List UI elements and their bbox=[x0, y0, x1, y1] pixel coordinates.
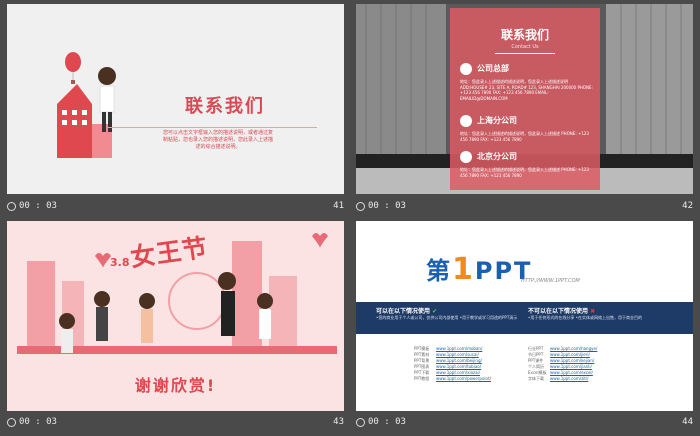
section-heading: 上海分公司 bbox=[477, 116, 517, 125]
section-heading: 北京分公司 bbox=[477, 152, 517, 161]
divider bbox=[107, 127, 317, 128]
clock-icon bbox=[356, 201, 365, 211]
link[interactable]: www.1ppt.com/jieri/ bbox=[550, 352, 590, 357]
slide-number: 44 bbox=[682, 417, 693, 427]
link[interactable]: www.1ppt.com/moban/ bbox=[436, 346, 482, 351]
check-icon: ✔ bbox=[432, 308, 438, 315]
panel-subtitle: Contact Us bbox=[511, 44, 539, 50]
clock-icon bbox=[7, 201, 16, 211]
can-use-title: 可以在以下情况使用 bbox=[376, 308, 431, 315]
slide-meta-41: 00 : 03 41 bbox=[7, 197, 344, 215]
logo-one: 1 bbox=[452, 252, 475, 287]
link[interactable]: www.1ppt.com/jianli/ bbox=[550, 364, 592, 369]
slide-thumbnail-43[interactable]: 3.8 女王节 谢谢欣赏! bbox=[7, 221, 344, 411]
brand-url: HTTP://WWW.1PPT.COM bbox=[521, 278, 580, 284]
slide-body: 您可以点击文字框输入您的描述说明，或者通过复制粘贴，您也录入您的描述说明，您此录… bbox=[162, 130, 273, 150]
contact-panel: 联系我们 Contact Us 公司总部 地址：您此录入上述描述的描述说明，您此… bbox=[450, 8, 600, 190]
panel-title: 联系我们 bbox=[500, 28, 549, 42]
brand-logo: 第1PPT bbox=[426, 251, 532, 287]
link[interactable]: www.1ppt.com/sucai/ bbox=[436, 352, 479, 357]
location-icon bbox=[460, 151, 472, 163]
slide-meta-42: 00 : 03 42 bbox=[356, 197, 693, 215]
slide-meta-43: 00 : 03 43 bbox=[7, 413, 344, 431]
section-detail: 地址：您此录入上述描述的描述说明，您此录入上述描述说明 ADD:HOUSE# 2… bbox=[460, 79, 593, 101]
link[interactable]: www.1ppt.com/hangye/ bbox=[550, 346, 597, 351]
link-label: 字体下载 bbox=[528, 376, 544, 381]
slide-thumbnail-41[interactable]: 联系我们 您可以点击文字框输入您的描述说明，或者通过复制粘贴，您也录入您的描述说… bbox=[7, 4, 344, 194]
cannot-use-title: 不可以在以下情况使用 bbox=[528, 308, 589, 315]
link[interactable]: www.1ppt.com/excel/ bbox=[550, 370, 593, 375]
link-list-left: PPT模板 www.1ppt.com/moban/ PPT素材 www.1ppt.c… bbox=[414, 346, 491, 382]
slide-thumbnail-42[interactable]: 联系我们 Contact Us 公司总部 地址：您此录入上述描述的描述说明，您此… bbox=[356, 4, 693, 194]
cross-icon: ✖ bbox=[590, 308, 596, 315]
link-list-right: 行业PPT www.1ppt.com/hangye/ 节日PPT www.1ppt.… bbox=[528, 346, 597, 382]
section-detail: 地址：您此录入上述描述的描述说明，您此录入上述描述 PHONE: +123 45… bbox=[460, 167, 589, 178]
link[interactable]: www.1ppt.com/ziti/ bbox=[550, 376, 588, 381]
slide-number: 41 bbox=[333, 201, 344, 211]
usage-band: 可以在以下情况使用 ✔ •您的商业用于个人或公司，仅供公司内部使用 •用于教学或… bbox=[356, 302, 693, 334]
clock-icon bbox=[7, 417, 16, 427]
cannot-use-column: 不可以在以下情况使用 ✖ •用于任何形式的在线分享 •在实体或网络上出售，用于商… bbox=[528, 306, 678, 321]
home-icon bbox=[460, 63, 472, 75]
link-label: PPT教程 bbox=[414, 376, 430, 381]
slide-thumbnail-44[interactable]: 第1PPT HTTP://WWW.1PPT.COM 可以在以下情况使用 ✔ •您… bbox=[356, 221, 693, 411]
section-detail: 地址：您此录入上述描述的描述说明，您此录入上述描述 PHONE: +123 45… bbox=[460, 131, 589, 142]
slide-meta-44: 00 : 03 44 bbox=[356, 413, 693, 431]
slide-title: 联系我们 bbox=[185, 96, 265, 117]
can-use-detail: •您的商业用于个人或公司，仅供公司内部使用 •用于教学或学习用途的PPT演示 bbox=[376, 315, 518, 320]
slide-number: 42 bbox=[682, 201, 693, 211]
divider bbox=[495, 53, 555, 54]
logo-prefix: 第 bbox=[426, 257, 452, 285]
section-heading: 公司总部 bbox=[477, 64, 509, 73]
building-illustration bbox=[57, 52, 116, 158]
location-icon bbox=[460, 115, 472, 127]
slide-time: 00 : 03 bbox=[368, 417, 406, 427]
slide-time: 00 : 03 bbox=[19, 201, 57, 211]
festival-number: 3.8 bbox=[110, 256, 130, 269]
slide-time: 00 : 03 bbox=[368, 201, 406, 211]
link[interactable]: www.1ppt.com/kejian/ bbox=[550, 358, 594, 363]
clock-icon bbox=[356, 417, 365, 427]
can-use-column: 可以在以下情况使用 ✔ •您的商业用于个人或公司，仅供公司内部使用 •用于教学或… bbox=[376, 306, 526, 321]
link[interactable]: www.1ppt.com/xiazai/ bbox=[436, 370, 480, 375]
thanks-text: 谢谢欣赏! bbox=[134, 376, 217, 395]
link[interactable]: www.1ppt.com/beijing/ bbox=[436, 358, 482, 363]
link[interactable]: www.1ppt.com/tubiao/ bbox=[436, 364, 481, 369]
link[interactable]: www.1ppt.com/powerpoint/ bbox=[436, 376, 491, 381]
slide-number: 43 bbox=[333, 417, 344, 427]
cannot-use-detail: •用于任何形式的在线分享 •在实体或网络上出售，用于商业目的 bbox=[528, 315, 642, 320]
slide-time: 00 : 03 bbox=[19, 417, 57, 427]
